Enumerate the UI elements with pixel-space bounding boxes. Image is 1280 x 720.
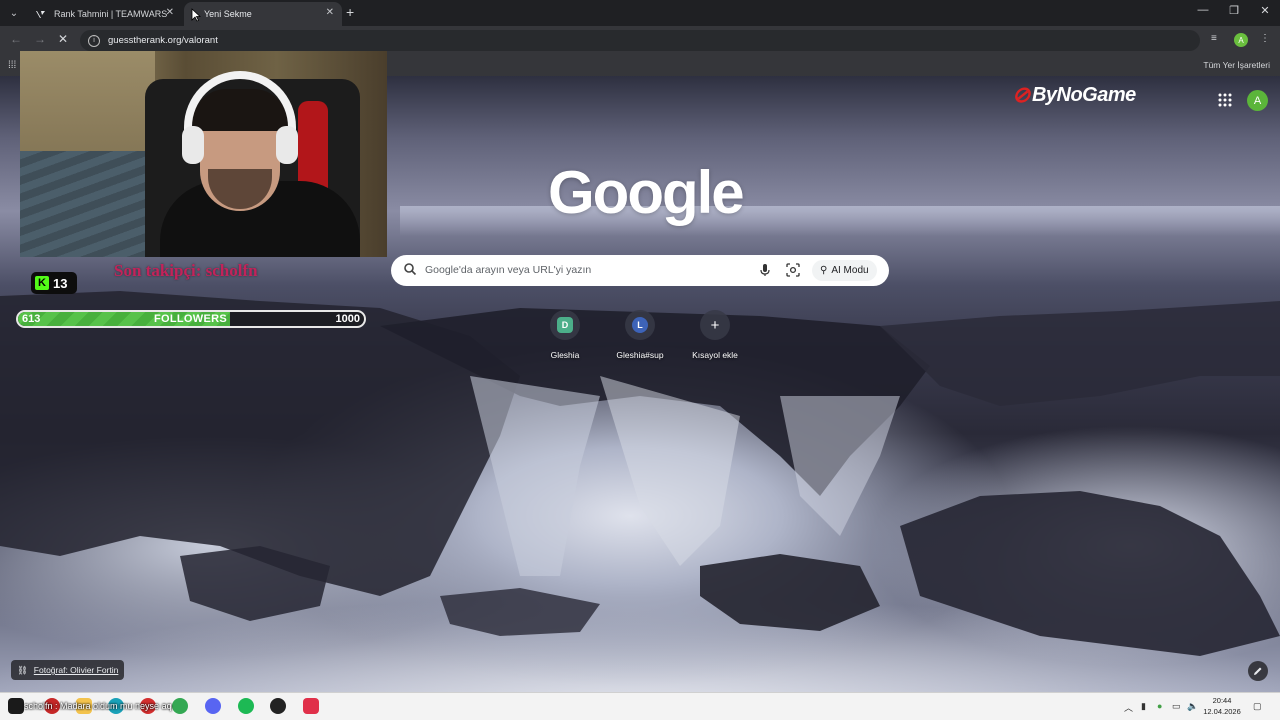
volume-icon[interactable]: 🔈	[1187, 701, 1198, 712]
clock-time: 20:44	[1212, 696, 1232, 705]
google-lens-icon[interactable]	[786, 263, 800, 277]
stop-loading-icon[interactable]: ✕	[58, 32, 68, 46]
bynogame-mark-icon: ⊘	[1012, 82, 1030, 107]
plus-icon: +	[710, 316, 720, 334]
shortcut-gleshia-sup[interactable]: L Gleshia#sup	[605, 310, 675, 360]
apps-grid-icon[interactable]: ⁞⁞⁞	[8, 60, 16, 71]
follower-goal-bar: 613 FOLLOWERS 1000	[16, 310, 366, 328]
menu-kebab-icon[interactable]: ⋮	[1260, 33, 1270, 44]
site-info-icon[interactable]: i	[88, 34, 100, 47]
shortcut-gleshia[interactable]: D Gleshia	[530, 310, 600, 360]
tray-chevron-icon[interactable]: ︿	[1124, 701, 1133, 714]
shortcut-favicon-icon: L	[632, 317, 648, 333]
viewer-count: 13	[53, 275, 68, 291]
valorant-favicon-icon	[34, 8, 46, 20]
all-bookmarks[interactable]: Tüm Yer İşaretleri	[1203, 60, 1270, 70]
minimize-icon[interactable]: —	[1193, 4, 1213, 16]
url-text[interactable]: guesstherank.org/valorant	[108, 35, 218, 46]
google-logo: Google	[548, 159, 745, 226]
new-tab-plus-icon[interactable]: +	[346, 4, 354, 20]
app-tray-icon[interactable]: ●	[1157, 701, 1162, 711]
shortcut-favicon-icon: D	[557, 317, 573, 333]
obs-icon[interactable]	[270, 698, 286, 714]
forward-arrow-icon[interactable]: →	[34, 32, 46, 46]
photo-credit-label: Fotoğraf: Olivier Fortin	[33, 665, 119, 675]
search-icon	[404, 263, 417, 276]
shortcut-label: Kısayol ekle	[692, 350, 738, 360]
network-icon[interactable]: ▭	[1172, 701, 1181, 712]
search-box[interactable]: Google'da arayın veya URL'yi yazın ⚲ AI …	[391, 255, 889, 286]
window-close-icon[interactable]: ✕	[1255, 4, 1275, 17]
ai-mode-button[interactable]: ⚲ AI Modu	[812, 260, 877, 281]
kick-logo-icon: K	[35, 276, 49, 290]
add-shortcut[interactable]: + Kısayol ekle	[680, 310, 750, 360]
kick-viewer-badge: K 13	[31, 272, 77, 294]
chat-ticker: scholfn : Madara oldum mu neyse aq	[24, 701, 172, 711]
customize-button[interactable]	[1248, 661, 1268, 681]
ai-sparkle-search-icon: ⚲	[820, 265, 828, 276]
followers-current: 613	[22, 313, 41, 325]
back-arrow-icon[interactable]: ←	[10, 32, 22, 46]
microphone-icon[interactable]	[759, 263, 771, 277]
browser-toolbar: ← → ✕ i guesstherank.org/valorant ≡ ⋮	[0, 26, 1280, 54]
webcam-feed	[20, 51, 387, 257]
address-bar[interactable]: i guesstherank.org/valorant	[80, 30, 1200, 51]
google-apps-icon[interactable]	[1217, 92, 1233, 108]
tab-close-icon[interactable]: ✕	[166, 7, 174, 18]
last-follower-text: Son takipçi: scholfn	[114, 261, 258, 280]
chrome-icon[interactable]	[172, 698, 188, 714]
start-icon[interactable]	[8, 698, 24, 714]
system-clock[interactable]: 20:44 12.04.2026	[1200, 695, 1244, 717]
notifications-icon[interactable]: ▢	[1253, 701, 1262, 712]
discord-icon[interactable]	[205, 698, 221, 714]
tab-label: Rank Tahmini | TEAMWARS	[54, 9, 168, 19]
tab-yeni-sekme[interactable]: Yeni Sekme ✕	[184, 2, 342, 26]
shortcut-label: Gleshia#sup	[616, 350, 664, 360]
restore-icon[interactable]: ❐	[1224, 4, 1244, 17]
microphone-tray-icon[interactable]: ▮	[1141, 701, 1146, 712]
tab-rank-tahmini[interactable]: Rank Tahmini | TEAMWARS ✕	[24, 2, 182, 26]
tab-label: Yeni Sekme	[204, 9, 252, 19]
tab-search-icon[interactable]: ⌄	[4, 3, 24, 23]
media-control-icon[interactable]: ≡	[1211, 33, 1217, 44]
screen: ⌄ Rank Tahmini | TEAMWARS ✕ Yeni Sekme ✕…	[0, 0, 1280, 720]
profile-avatar[interactable]: A	[1234, 33, 1248, 47]
ai-mode-label: AI Modu	[831, 265, 869, 276]
search-input[interactable]: Google'da arayın veya URL'yi yazın	[425, 264, 591, 276]
valorant-icon[interactable]	[303, 698, 319, 714]
shortcut-label: Gleshia	[550, 350, 580, 360]
bynogame-logo: ⊘ ByNoGame	[1012, 82, 1136, 107]
photo-credit-link[interactable]: ⛓ Fotoğraf: Olivier Fortin	[11, 660, 125, 680]
windows-taskbar: scholfn : Madara oldum mu neyse aq ︿ ▮ ●…	[0, 692, 1280, 720]
followers-label: FOLLOWERS	[154, 313, 227, 325]
followers-goal: 1000	[335, 313, 360, 325]
google-account-avatar[interactable]: A	[1247, 90, 1268, 111]
clock-date: 12.04.2026	[1203, 707, 1241, 716]
spotify-icon[interactable]	[238, 698, 254, 714]
tab-close-icon[interactable]: ✕	[326, 7, 334, 18]
pencil-icon	[1254, 667, 1262, 675]
mouse-cursor-icon	[191, 8, 201, 22]
link-icon: ⛓	[17, 664, 28, 675]
